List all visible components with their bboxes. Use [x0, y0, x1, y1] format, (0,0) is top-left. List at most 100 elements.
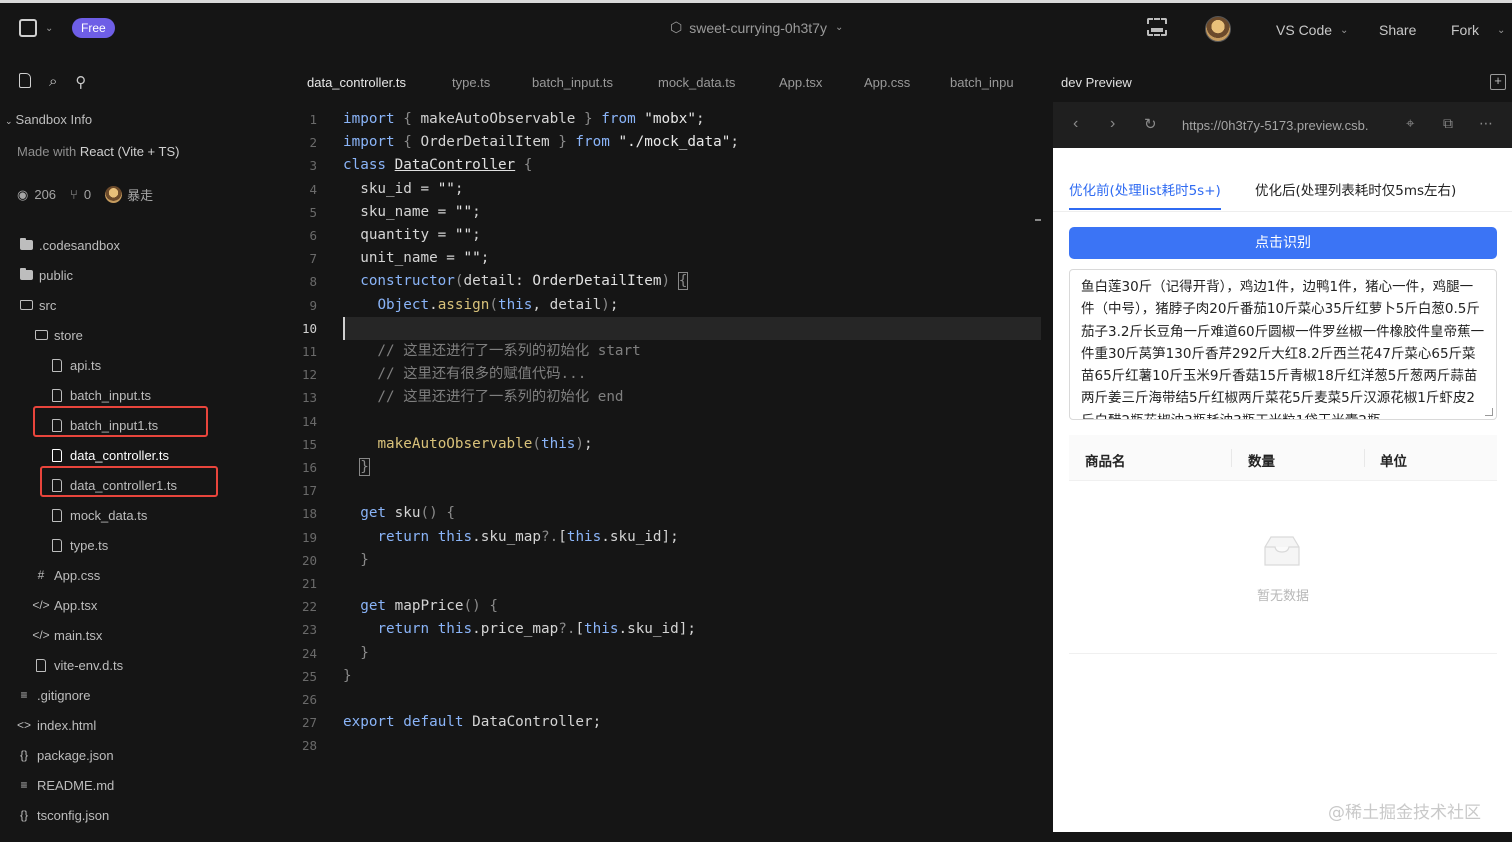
- tree-item-label: api.ts: [70, 357, 102, 373]
- url-input[interactable]: https://0h3t7y-5173.preview.csb.: [1182, 118, 1368, 133]
- minimap-marker: [1035, 219, 1041, 221]
- tree-item[interactable]: batch_input.ts: [50, 382, 151, 408]
- user-avatar[interactable]: [1205, 16, 1231, 42]
- tree-item-active[interactable]: data_controller.ts: [50, 442, 169, 468]
- tree-item[interactable]: </> main.tsx: [32, 622, 102, 648]
- code-line: 2 import { OrderDetailItem } from "./mock…: [309, 134, 739, 151]
- tree-item[interactable]: {} package.json: [17, 742, 114, 768]
- fork-button[interactable]: Fork ⌄: [1451, 22, 1505, 38]
- tree-item-label: vite-env.d.ts: [54, 657, 124, 673]
- tree-item[interactable]: ≡ README.md: [17, 772, 114, 798]
- order-text-value: 鱼白莲30斤（记得开背），鸡边1件，边鸭1件，猪心一件，鸡腿一件（中号），猪脖子…: [1081, 279, 1485, 419]
- sandbox-info-header[interactable]: ⌄ Sandbox Info: [5, 112, 92, 127]
- tab-app-tsx[interactable]: App.tsx: [779, 75, 822, 90]
- code-line: 19 return this.sku_map?.[this.sku_id];: [301, 528, 679, 545]
- table-header: 商品名 数量 单位: [1069, 435, 1497, 481]
- made-with-prefix: Made with: [17, 144, 77, 159]
- resize-handle[interactable]: [1485, 408, 1493, 416]
- template-name[interactable]: React (Vite + TS): [80, 144, 180, 159]
- tab-mock-data[interactable]: mock_data.ts: [658, 75, 735, 90]
- code-line: 16 }: [301, 458, 370, 476]
- tree-item[interactable]: api.ts: [50, 352, 101, 378]
- tree-item-label: type.ts: [70, 537, 109, 553]
- highlight-box: [40, 466, 218, 497]
- search-icon[interactable]: ⌕: [49, 73, 57, 91]
- tree-item[interactable]: vite-env.d.ts: [34, 652, 123, 678]
- sidebar-toolbar: ⌕ ⚲: [19, 73, 86, 91]
- tree-item-label: src: [39, 297, 57, 313]
- file-icon: [52, 538, 62, 552]
- layout-toggle-button[interactable]: [1147, 18, 1167, 36]
- share-button[interactable]: Share: [1379, 22, 1416, 38]
- add-panel-icon[interactable]: +: [1490, 74, 1506, 90]
- tab-after[interactable]: 优化后(处理列表耗时仅5ms左右): [1255, 179, 1456, 199]
- code-editor: data_controller.ts type.ts batch_input.t…: [290, 54, 1053, 842]
- code-line: 27 export default DataController;: [301, 714, 602, 731]
- editor-menu[interactable]: VS Code ⌄: [1276, 22, 1348, 38]
- files-icon[interactable]: [19, 73, 31, 88]
- code-line: 12 // 这里还有很多的赋值代码...: [301, 366, 587, 383]
- fork-label: Fork: [1451, 22, 1479, 38]
- order-text-input[interactable]: 鱼白莲30斤（记得开背），鸡边1件，边鸭1件，猪心一件，鸡腿一件（中号），猪脖子…: [1069, 269, 1497, 420]
- lines-icon: ≡: [20, 688, 28, 702]
- crosshair-icon[interactable]: ⌖: [1406, 115, 1414, 132]
- tab-type[interactable]: type.ts: [452, 75, 490, 90]
- tree-item[interactable]: .codesandbox: [19, 232, 120, 258]
- tree-item-label: tsconfig.json: [37, 807, 110, 823]
- chevron-down-icon: ⌄: [1497, 24, 1506, 36]
- tree-item-label: data_controller.ts: [70, 447, 170, 463]
- chevron-down-icon: ⌄: [5, 116, 13, 126]
- tree-item[interactable]: ≡ .gitignore: [17, 682, 90, 708]
- preview-url-bar: ‹ › ↻ https://0h3t7y-5173.preview.csb. ⌖…: [1053, 102, 1512, 148]
- code-line: 15 makeAutoObservable(this);: [301, 435, 593, 452]
- git-icon[interactable]: ⚲: [75, 73, 86, 91]
- hash-icon: #: [37, 568, 45, 582]
- code-line: 6 quantity = "";: [309, 227, 481, 243]
- forward-icon[interactable]: ›: [1110, 115, 1115, 133]
- more-icon[interactable]: ⋯: [1479, 115, 1493, 132]
- code-line: 14: [301, 413, 317, 429]
- tree-item[interactable]: <> index.html: [17, 712, 96, 738]
- tree-item[interactable]: src: [19, 292, 56, 318]
- tree-item-label: store: [54, 327, 83, 343]
- tree-item[interactable]: # App.css: [34, 562, 101, 588]
- tree-item[interactable]: {} tsconfig.json: [17, 802, 109, 828]
- code-line: 13 // 这里还进行了一系列的初始化 end: [301, 389, 624, 406]
- plan-badge[interactable]: Free: [72, 18, 115, 38]
- file-icon: [52, 448, 62, 462]
- folder-open-icon: [19, 300, 33, 310]
- open-window-icon[interactable]: ⧉: [1443, 115, 1453, 132]
- code-line: 28: [301, 738, 317, 754]
- tree-item[interactable]: public: [19, 262, 73, 288]
- tree-item-label: index.html: [37, 717, 97, 733]
- tree-item[interactable]: </> App.tsx: [32, 592, 97, 618]
- tab-batch-inpu[interactable]: batch_inpu: [950, 75, 1014, 90]
- braces-icon: {}: [19, 748, 28, 762]
- folder-open-icon: [34, 330, 48, 340]
- recognize-button[interactable]: 点击识别: [1069, 227, 1497, 259]
- code-icon: </>: [32, 628, 50, 642]
- eye-icon: ◉: [17, 186, 29, 202]
- preview-title[interactable]: dev Preview: [1061, 75, 1132, 90]
- tree-item[interactable]: type.ts: [50, 532, 108, 558]
- sandbox-title[interactable]: ⬡ sweet-currying-0h3t7y ⌄: [670, 19, 843, 36]
- code-line: 21: [301, 576, 317, 591]
- chevron-down-icon: ⌄: [45, 22, 54, 34]
- code-line: 23 return this.price_map?.[this.sku_id];: [301, 621, 696, 638]
- folder-icon: [19, 268, 33, 280]
- tab-data-controller[interactable]: data_controller.ts: [307, 75, 406, 90]
- file-icon: [36, 658, 46, 672]
- back-icon[interactable]: ‹: [1073, 115, 1078, 133]
- tree-item-label: .codesandbox: [39, 237, 120, 253]
- tab-batch-input[interactable]: batch_input.ts: [532, 75, 613, 90]
- square-logo-icon: [19, 19, 37, 37]
- tree-item[interactable]: mock_data.ts: [50, 502, 147, 528]
- code-icon: <>: [17, 718, 32, 732]
- tree-item[interactable]: store: [34, 322, 83, 348]
- reload-icon[interactable]: ↻: [1144, 115, 1157, 133]
- author-name[interactable]: 暴走: [127, 185, 153, 204]
- code-line: 25}: [301, 667, 352, 684]
- tab-before[interactable]: 优化前(处理list耗时5s+): [1069, 179, 1221, 199]
- tab-app-css[interactable]: App.css: [864, 75, 910, 90]
- main-menu-button[interactable]: ⌄: [19, 19, 53, 37]
